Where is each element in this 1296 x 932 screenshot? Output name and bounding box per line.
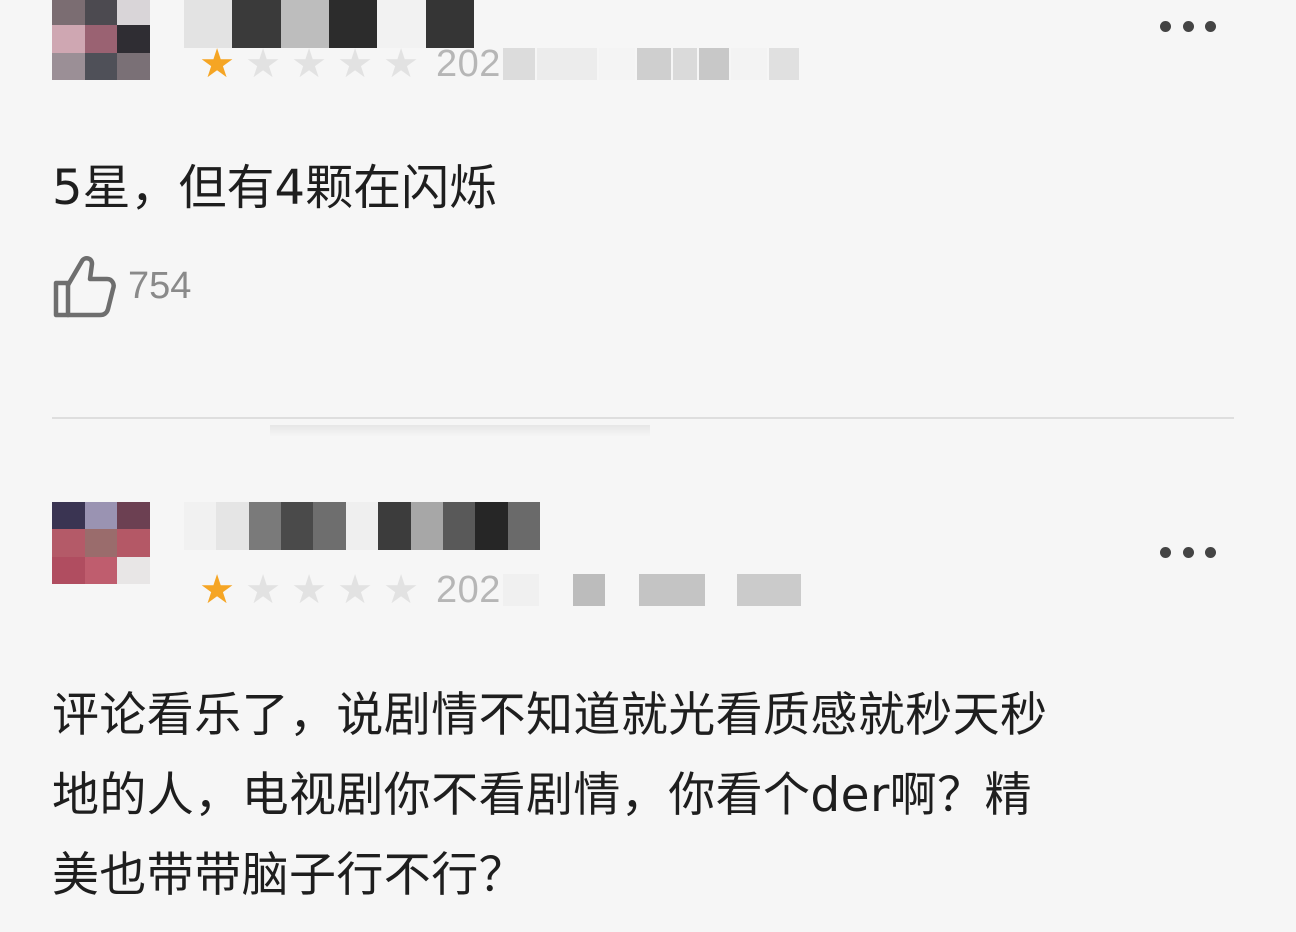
review-text: 评论看乐了，说剧情不知道就光看质感就秒天秒 地的人，电视剧你不看剧情，你看个de… (52, 676, 1252, 916)
star-icon: ★ (383, 567, 419, 613)
star-icon: ★ (245, 41, 281, 87)
review-card: ★ ★ ★ ★ ★ 202 5星，但有4颗在闪烁 754 (0, 0, 1296, 400)
avatar[interactable] (52, 502, 150, 584)
review-text-line: 美也带带脑子行不行？ (52, 848, 526, 903)
avatar[interactable] (52, 0, 150, 80)
divider (52, 417, 1234, 419)
star-rating: ★ ★ ★ ★ ★ (194, 568, 424, 612)
star-rating: ★ ★ ★ ★ ★ (194, 42, 424, 86)
star-icon: ★ (337, 41, 373, 87)
like-button[interactable]: 754 (52, 250, 191, 322)
review-text-line: 地的人，电视剧你不看剧情，你看个der啊？精 (52, 768, 1032, 823)
date-blurred (502, 574, 803, 606)
star-icon: ★ (291, 567, 327, 613)
more-options-button[interactable] (1160, 16, 1216, 36)
review-date: 202 (436, 43, 501, 85)
star-icon: ★ (383, 41, 419, 87)
review-date: 202 (436, 569, 501, 611)
more-options-button[interactable] (1160, 542, 1216, 562)
star-icon: ★ (245, 567, 281, 613)
star-icon: ★ (199, 41, 235, 87)
review-meta: ★ ★ ★ ★ ★ 202 (194, 568, 803, 612)
review-text-line: 评论看乐了，说剧情不知道就光看质感就秒天秒 (52, 688, 1048, 743)
review-text: 5星，但有4颗在闪烁 (52, 160, 498, 216)
divider-shadow (270, 425, 650, 437)
username-blurred[interactable] (184, 502, 540, 550)
star-icon: ★ (199, 567, 235, 613)
review-meta: ★ ★ ★ ★ ★ 202 (194, 42, 801, 86)
star-icon: ★ (337, 567, 373, 613)
like-count: 754 (128, 264, 192, 307)
thumbs-up-icon (53, 256, 116, 318)
review-card: ★ ★ ★ ★ ★ 202 评论看乐了，说剧情不知道就光看质感就秒天秒 地的人，… (0, 480, 1296, 932)
more-horizontal-icon (1160, 546, 1171, 558)
more-horizontal-icon (1160, 20, 1171, 32)
date-blurred (502, 48, 801, 80)
star-icon: ★ (291, 41, 327, 87)
